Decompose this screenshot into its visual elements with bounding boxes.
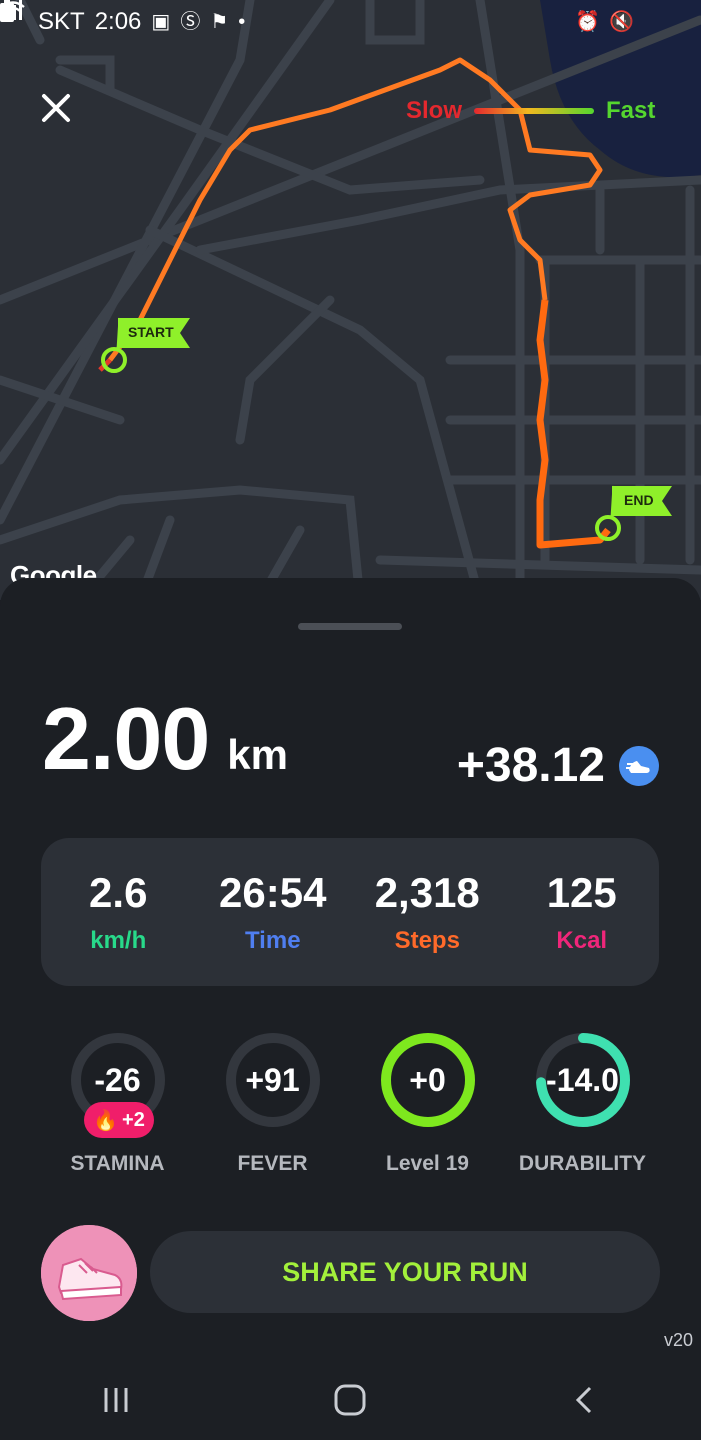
earned-value: +38.12 (456, 739, 605, 792)
end-flag-label: END (624, 492, 654, 508)
ring-label: FEVER (237, 1152, 308, 1175)
alarm-icon: ⏰ (575, 11, 601, 33)
drag-handle[interactable] (298, 623, 402, 630)
stat-kcal: 125 Kcal (507, 869, 657, 955)
distance-display: 2.00 km (42, 688, 288, 790)
close-icon (42, 94, 70, 122)
carrier-label: SKT (38, 8, 85, 35)
ring-value: +0 (409, 1061, 446, 1098)
recents-button[interactable] (77, 1370, 157, 1430)
ring-label: STAMINA (70, 1152, 165, 1175)
map-canvas (0, 0, 701, 600)
legend-slow-label: Slow (406, 97, 463, 124)
legend-gradient (474, 108, 595, 114)
ring-value: -14.0 (546, 1061, 619, 1098)
stat-label: km/h (90, 927, 147, 954)
ring-stamina: -26 🔥 +2 STAMINA (40, 1030, 195, 1190)
badge-value: +2 (122, 1108, 145, 1131)
home-button[interactable] (310, 1370, 390, 1430)
summary-sheet: 2.00 km +38.12 2.6 km/h 26:54 Time 2,318… (0, 578, 701, 1440)
stat-label: Time (244, 927, 301, 954)
distance-unit: km (227, 731, 288, 778)
flag-icon: ⚑ (210, 11, 229, 33)
stat-value: 125 (546, 869, 617, 916)
stamina-bonus-badge: 🔥 +2 (84, 1102, 154, 1138)
route-map[interactable]: START END SKT 2:06 ▣ Ⓢ ⚑ • ⏰ 🔇 Slow Fast… (0, 0, 701, 600)
stat-steps: 2,318 Steps (352, 869, 502, 955)
stat-value: 26:54 (219, 869, 327, 916)
stat-value: 2.6 (89, 869, 148, 916)
system-nav-bar (0, 1360, 701, 1440)
close-button[interactable] (36, 88, 76, 128)
clock: 2:06 (94, 8, 142, 35)
stat-label: Kcal (556, 927, 608, 954)
sneaker-token-icon (619, 745, 659, 786)
stat-value: 2,318 (374, 869, 480, 916)
status-bar: SKT 2:06 ▣ Ⓢ ⚑ • ⏰ 🔇 (0, 0, 701, 44)
back-button[interactable] (544, 1370, 624, 1430)
fire-icon: 🔥 (93, 1109, 119, 1132)
stats-card: 2.6 km/h 26:54 Time 2,318 Steps 125 Kcal (41, 838, 659, 986)
recents-icon (104, 1388, 128, 1412)
dot-icon: • (238, 11, 246, 33)
speed-legend: Slow Fast (406, 96, 655, 126)
stat-label: Steps (394, 927, 460, 954)
mute-icon: 🔇 (609, 11, 634, 33)
stat-time: 26:54 Time (198, 869, 348, 955)
sneaker-avatar[interactable] (41, 1225, 137, 1321)
ring-label: Level 19 (386, 1152, 469, 1175)
ring-fever: +91 FEVER (195, 1030, 350, 1190)
share-run-button[interactable]: SHARE YOUR RUN (150, 1231, 660, 1313)
ring-level: +0 Level 19 (350, 1030, 505, 1190)
ring-label: DURABILITY (518, 1152, 647, 1175)
version-label: v20 (663, 1330, 693, 1350)
ring-durability: -14.0 DURABILITY (505, 1030, 660, 1190)
samsung-pay-icon: Ⓢ (180, 11, 201, 33)
distance-value: 2.00 (42, 689, 210, 788)
sneaker-icon (41, 1225, 137, 1321)
earned-tokens: +38.12 (457, 738, 659, 793)
start-flag-label: START (128, 324, 174, 340)
back-icon (576, 1386, 592, 1414)
home-icon (334, 1384, 366, 1416)
stat-speed: 2.6 km/h (43, 869, 193, 955)
ring-value: +91 (245, 1061, 300, 1098)
attribute-rings: -26 🔥 +2 STAMINA +91 FEVER +0 Level 19 -… (40, 1030, 660, 1190)
image-icon: ▣ (151, 11, 171, 33)
legend-fast-label: Fast (606, 97, 656, 124)
